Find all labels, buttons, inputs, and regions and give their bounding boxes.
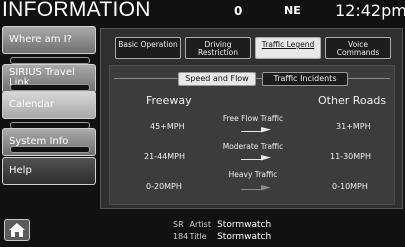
freeway-speed: 21-44MPH	[144, 152, 185, 161]
artist-value: Stormwatch	[217, 220, 272, 230]
status-number: 0	[234, 4, 243, 18]
house-icon	[9, 223, 25, 237]
arrow-icon	[241, 185, 271, 191]
compass-icon: NE	[284, 4, 301, 17]
artist-key: Artist	[189, 220, 211, 229]
page-title: INFORMATION	[2, 0, 151, 21]
bottom-bar: SR Artist Stormwatch 184 Title Stormwatc…	[0, 212, 405, 247]
divider	[10, 84, 90, 91]
other-road-speed: 11-30MPH	[330, 152, 371, 161]
top-bar: INFORMATION 0 NE 12:42pm	[0, 0, 405, 22]
channel-label: SR	[173, 220, 184, 229]
arrow-icon	[241, 155, 271, 161]
tab-traffic-legend[interactable]: Traffic Legend	[255, 37, 321, 59]
divider	[10, 57, 90, 64]
traffic-legend-panel: Speed and Flow Traffic Incidents Freeway…	[109, 65, 395, 205]
tab-basic-operation[interactable]: Basic Operation	[115, 37, 181, 59]
home-button[interactable]	[4, 219, 30, 241]
sidebar-item-label: Help	[9, 165, 32, 176]
main-panel: Basic Operation Driving Restriction Traf…	[100, 28, 403, 209]
other-road-speed: 31+MPH	[336, 122, 371, 131]
now-playing-title: 184 Title Stormwatch	[173, 232, 271, 242]
freeway-header: Freeway	[146, 94, 192, 107]
traffic-label: Moderate Traffic	[222, 142, 284, 151]
divider	[10, 146, 90, 153]
title-key: Title	[189, 232, 207, 241]
freeway-speed: 0-20MPH	[146, 182, 182, 191]
title-value: Stormwatch	[217, 232, 272, 242]
freeway-speed: 45+MPH	[150, 122, 185, 131]
sidebar-item-help[interactable]: Help	[2, 157, 96, 185]
tab-traffic-incidents[interactable]: Traffic Incidents	[262, 72, 348, 86]
traffic-label: Heavy Traffic	[228, 170, 278, 179]
other-road-speed: 0-10MPH	[332, 182, 368, 191]
tab-speed-and-flow[interactable]: Speed and Flow	[178, 72, 256, 86]
sidebar-item-label: Calendar	[9, 99, 54, 110]
sidebar-item-label: Where am I?	[9, 34, 72, 45]
now-playing-artist: SR Artist Stormwatch	[173, 220, 271, 230]
channel-number: 184	[173, 232, 189, 241]
clock: 12:42pm	[335, 1, 405, 20]
arrow-icon	[241, 127, 271, 133]
sidebar-item-where-am-i[interactable]: Where am I?	[2, 26, 96, 54]
tab-driving-restriction[interactable]: Driving Restriction	[185, 37, 251, 59]
other-roads-header: Other Roads	[318, 94, 387, 107]
tab-voice-commands[interactable]: Voice Commands	[325, 37, 391, 59]
sidebar-item-calendar[interactable]: Calendar	[2, 91, 96, 119]
